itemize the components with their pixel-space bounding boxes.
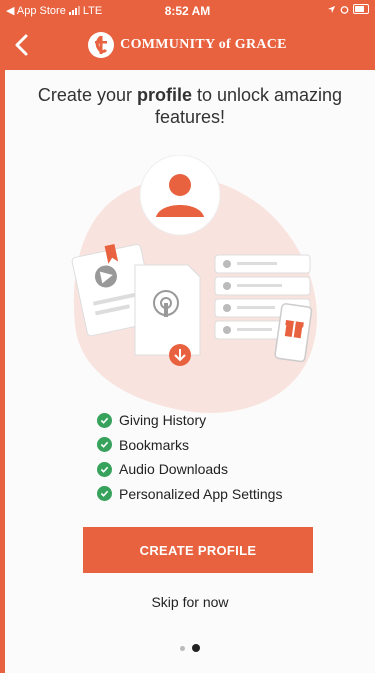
status-time: 8:52 AM [164,4,211,18]
status-bar: ◀ App Store LTE 8:52 AM [0,0,375,20]
create-profile-button[interactable]: CREATE PROFILE [83,527,313,573]
brand-name: COMMUNITY of GRACE [120,37,287,52]
headline: Create your profile to unlock amazing fe… [25,84,355,128]
page-dot[interactable] [180,645,185,651]
onboarding-card: Create your profile to unlock amazing fe… [5,70,375,673]
brand-logo: COMMUNITY of GRACE [0,32,375,58]
nav-bar: COMMUNITY of GRACE [0,20,375,70]
check-circle-icon [97,412,112,428]
location-icon [327,5,336,13]
headline-bold: profile [136,85,192,105]
alarm-icon [340,5,349,14]
feature-label: Bookmarks [119,436,190,453]
feature-item: Personalized App Settings [97,482,282,507]
skip-for-now-link[interactable]: Skip for now [5,594,375,610]
avatar-icon [139,155,221,236]
battery-icon [353,4,369,14]
page-indicator [5,644,375,652]
feature-item: Audio Downloads [97,457,282,482]
logo-mark-icon [88,32,115,58]
check-circle-icon [97,461,112,477]
profile-illustration [71,155,317,413]
headline-pre: Create your [37,85,137,105]
feature-list: Giving History Bookmarks Audio Downloads… [97,408,282,506]
check-circle-icon [97,486,112,502]
podcast-document-icon [134,264,201,366]
page-dot-active[interactable] [192,644,200,652]
check-circle-icon [97,437,112,453]
feature-label: Audio Downloads [119,461,228,478]
feature-item: Giving History [97,408,282,433]
feature-label: Personalized App Settings [119,485,283,502]
feature-item: Bookmarks [97,433,282,458]
feature-label: Giving History [119,412,207,429]
status-right [327,4,369,14]
